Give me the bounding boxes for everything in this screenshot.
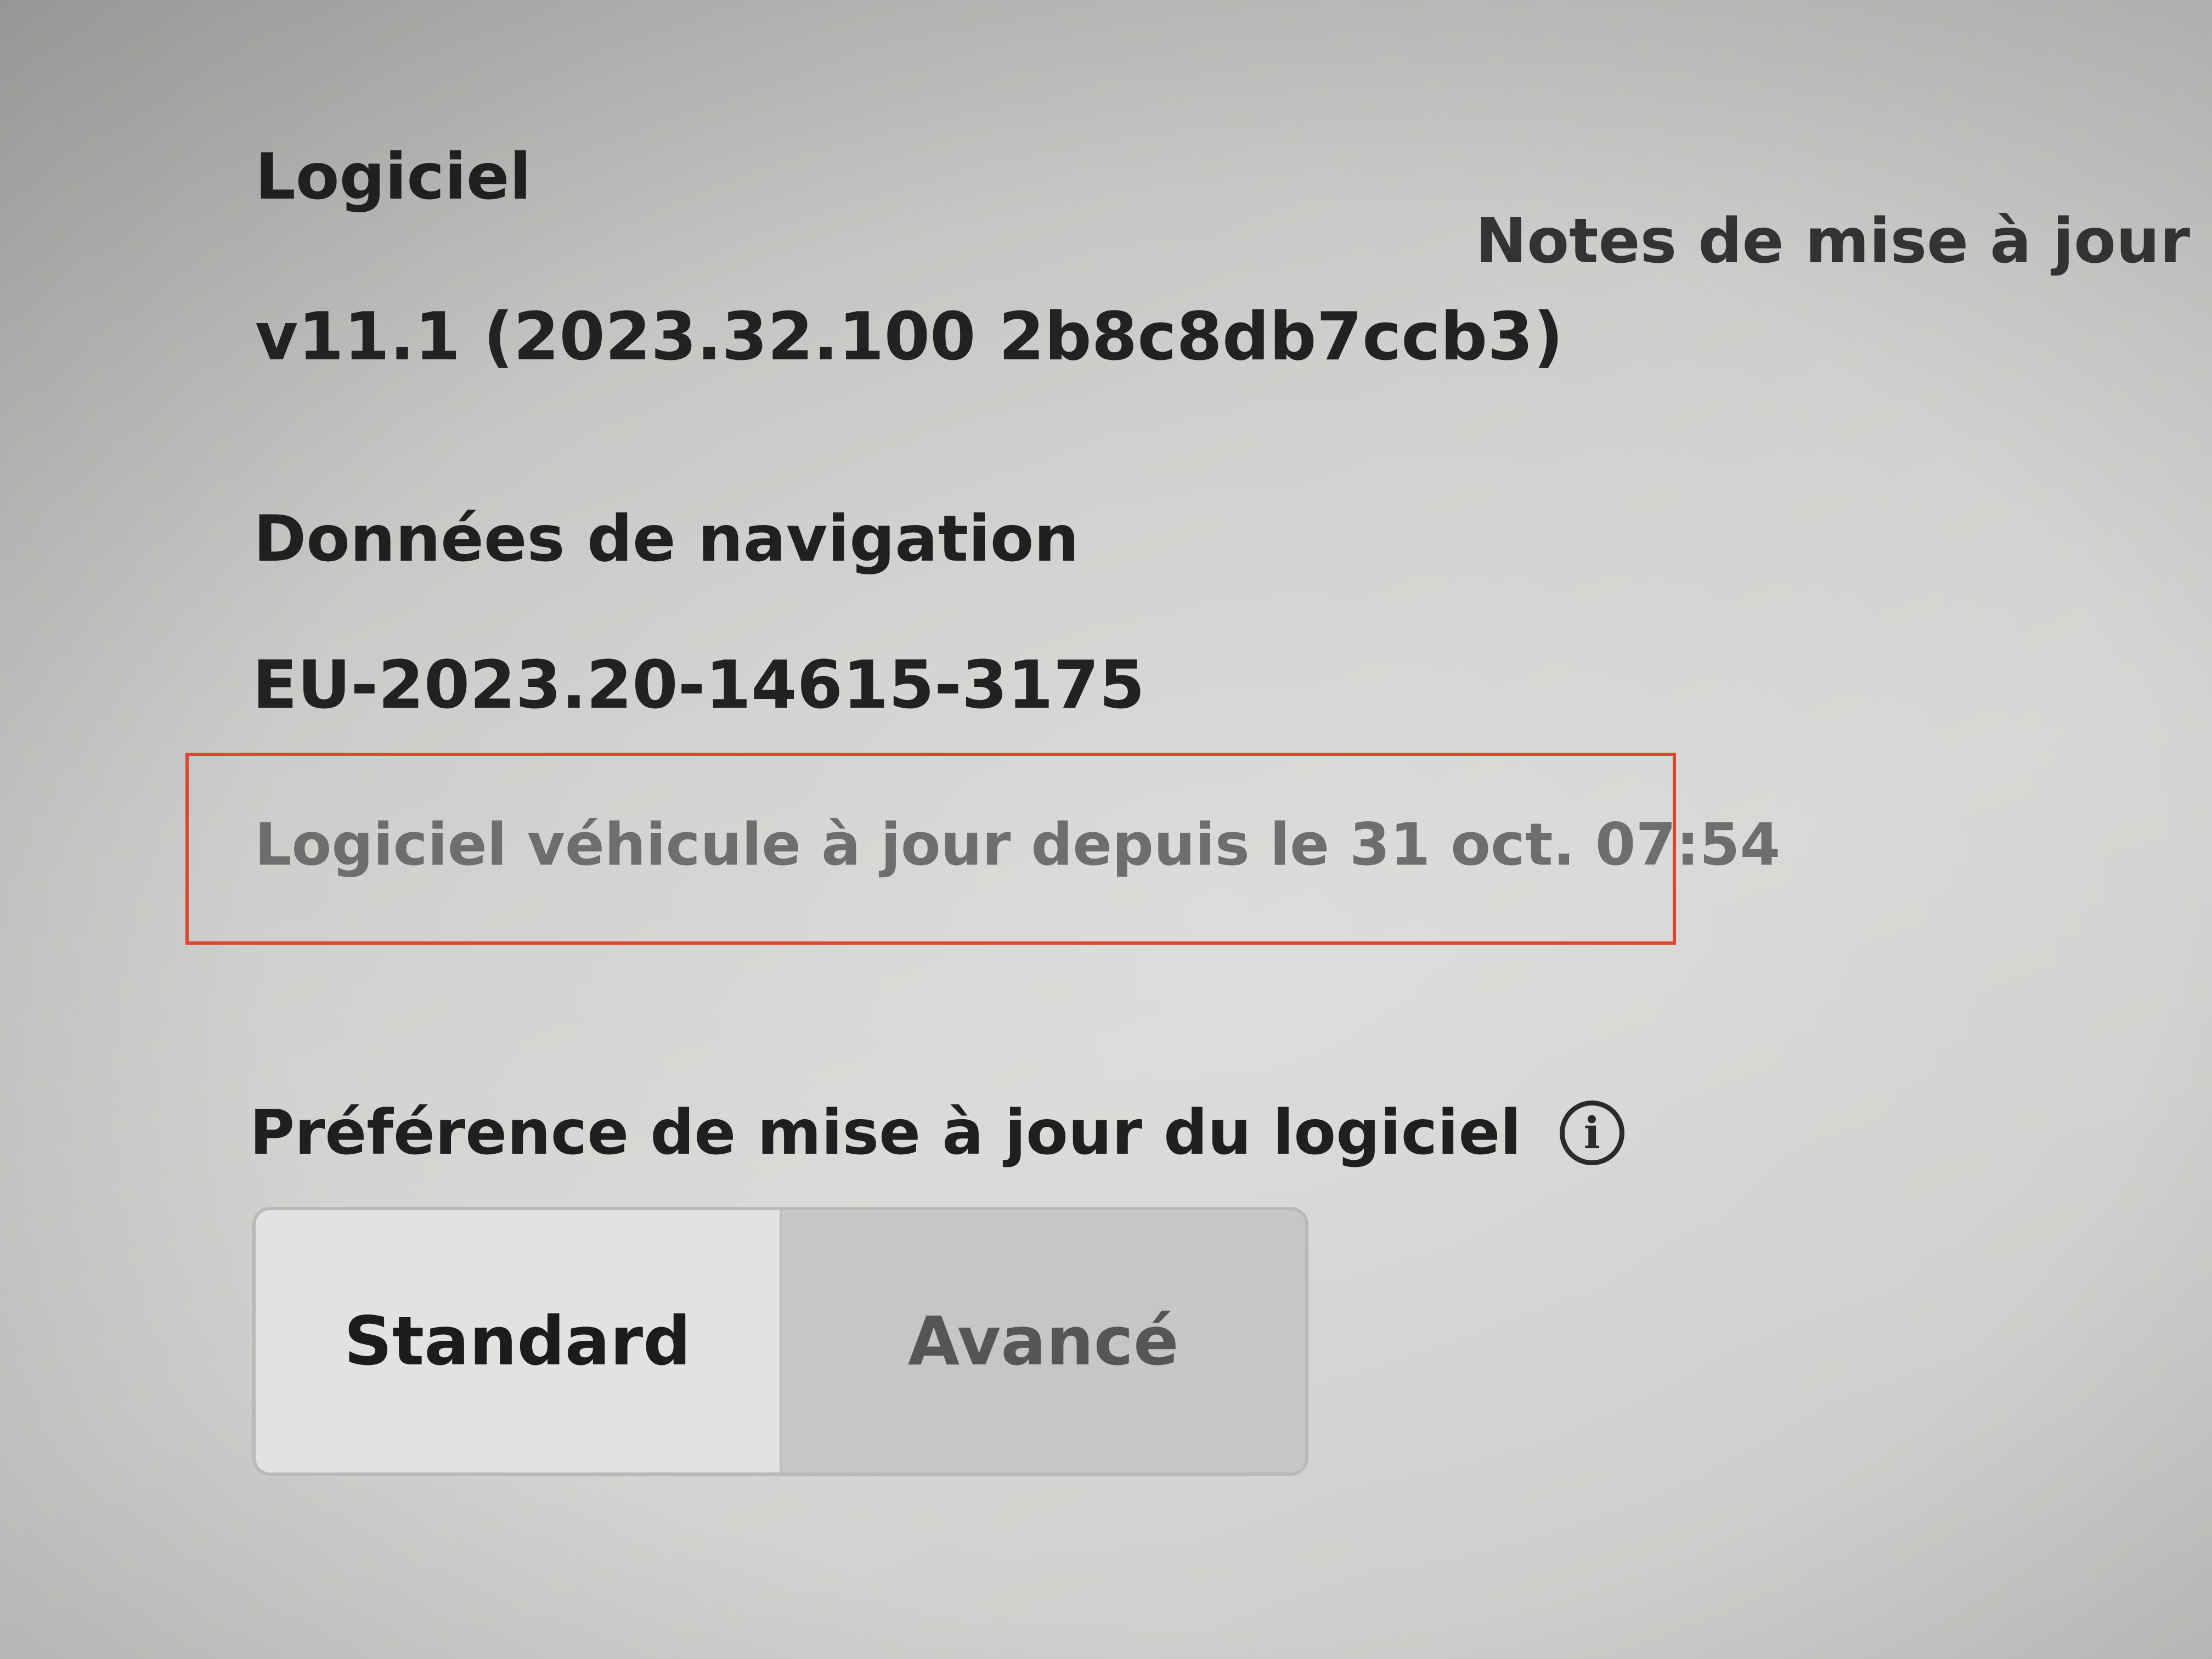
update-status-highlight: Logiciel véhicule à jour depuis le 31 oc… xyxy=(185,753,1780,945)
software-title: Logiciel xyxy=(255,140,532,214)
update-status-text: Logiciel véhicule à jour depuis le 31 oc… xyxy=(255,811,1781,878)
info-icon[interactable]: i xyxy=(1559,1101,1624,1165)
option-standard-button[interactable]: Standard xyxy=(256,1210,782,1472)
option-advanced-button[interactable]: Avancé xyxy=(782,1210,1306,1472)
software-version: v11.1 (2023.32.100 2b8c8db7ccb3) xyxy=(255,299,1564,375)
update-preference-header: Préférence de mise à jour du logiciel i xyxy=(250,1097,1624,1169)
navigation-data-title: Données de navigation xyxy=(253,502,1080,576)
navigation-data-version: EU-2023.20-14615-3175 xyxy=(252,647,1145,724)
update-preference-selector: Standard Avancé xyxy=(252,1207,1308,1476)
software-settings-screen: Logiciel Notes de mise à jour v11.1 (202… xyxy=(0,0,2212,1659)
update-preference-title: Préférence de mise à jour du logiciel xyxy=(250,1097,1521,1169)
release-notes-link[interactable]: Notes de mise à jour xyxy=(1475,206,2190,277)
